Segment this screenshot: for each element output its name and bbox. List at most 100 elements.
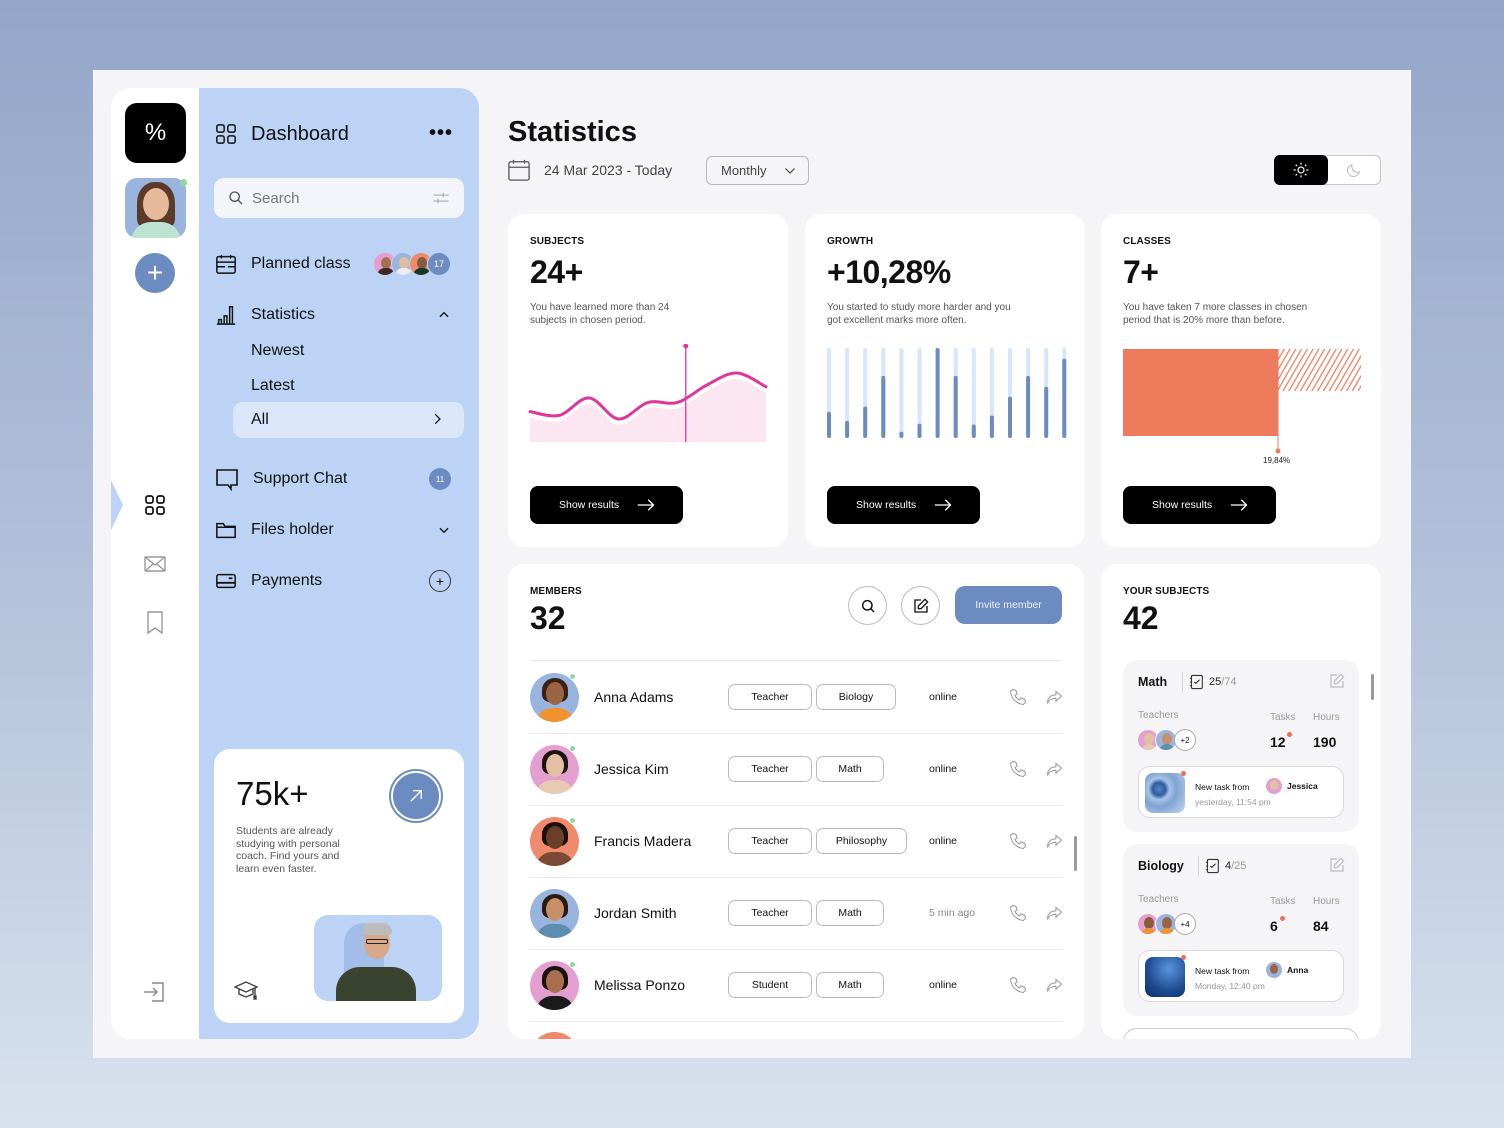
more-teachers-badge[interactable]: +4 [1174, 913, 1196, 935]
dashboard-grid-icon[interactable] [143, 493, 167, 517]
more-teachers-badge[interactable]: +2 [1174, 729, 1196, 751]
dark-mode-button[interactable] [1328, 156, 1380, 184]
card-label: GROWTH [827, 236, 874, 247]
sidebar-subitem-newest[interactable]: Newest [251, 342, 304, 360]
button-label: Show results [559, 499, 620, 511]
add-payment-button[interactable]: + [429, 570, 451, 592]
bar [1044, 386, 1049, 438]
subject-tag[interactable]: Philosophy [816, 828, 907, 854]
phone-icon[interactable] [1009, 832, 1027, 850]
subject-card[interactable]: Math 25/74 Teachers Tasks Hours +2 12 19… [1123, 660, 1359, 832]
chevron-down-icon[interactable] [437, 523, 451, 537]
bookmark-icon[interactable] [143, 610, 167, 634]
add-button[interactable]: + [135, 253, 175, 293]
logo-button[interactable]: % [125, 103, 186, 163]
sun-icon [1293, 162, 1309, 178]
bar-chart-icon [216, 306, 236, 325]
member-row[interactable]: Anna Adams Teacher Biology online [530, 661, 1063, 733]
sidebar-item-files-holder[interactable]: Files holder [215, 515, 465, 545]
search-field[interactable] [214, 178, 464, 218]
sidebar-item-label: Payments [251, 572, 323, 589]
member-row[interactable]: Jessica Kim Teacher Math online [530, 733, 1063, 805]
member-row[interactable]: Francis Madera Teacher Philosophy online [530, 805, 1063, 877]
coach-photo [314, 915, 442, 1001]
progress-done: 25 [1209, 676, 1222, 688]
phone-icon[interactable] [1009, 760, 1027, 778]
sidebar-item-planned-class[interactable]: Planned class 17 [215, 249, 465, 279]
search-input[interactable] [252, 189, 422, 207]
member-row[interactable]: Melissa Ponzo Student Math online [530, 949, 1063, 1021]
invite-member-button[interactable]: Invite member [955, 586, 1062, 624]
sidebar-subitem-latest[interactable]: Latest [251, 377, 295, 395]
share-icon[interactable] [1046, 761, 1063, 777]
task-checklist-icon [1205, 858, 1219, 874]
role-tag[interactable]: Teacher [728, 828, 812, 854]
show-results-button[interactable]: Show results [827, 486, 980, 524]
member-row[interactable]: Jordan Smith Teacher Math 5 min ago [530, 877, 1063, 949]
card-value: 24+ [530, 254, 583, 290]
hours-value: 84 [1313, 918, 1329, 934]
new-task-notification[interactable]: New task from Anna Monday, 12:40 pm [1138, 950, 1344, 1002]
member-name: Jordan Smith [594, 905, 677, 921]
share-icon[interactable] [1046, 905, 1063, 921]
phone-icon[interactable] [1009, 976, 1027, 994]
edit-members-button[interactable] [901, 586, 940, 625]
search-members-button[interactable] [848, 586, 887, 625]
bar [863, 406, 868, 438]
new-task-notification[interactable]: New task from Jessica yesterday, 11:54 p… [1138, 766, 1344, 818]
edit-icon[interactable] [1329, 673, 1345, 689]
sidebar-item-payments[interactable]: Payments + [215, 566, 465, 596]
sidebar-item-statistics[interactable]: Statistics [215, 300, 465, 330]
sidebar-item-support-chat[interactable]: Support Chat 11 [215, 464, 465, 494]
chevron-down-icon [785, 168, 795, 174]
show-results-button[interactable]: Show results [1123, 486, 1276, 524]
subject-tag[interactable]: Math [816, 900, 884, 926]
subject-tag[interactable]: Biology [816, 684, 896, 710]
sidebar-subitem-all[interactable]: All [233, 402, 464, 438]
subject-tag[interactable]: Math [816, 972, 884, 998]
filter-sliders-icon[interactable] [432, 189, 450, 207]
profile-avatar[interactable] [125, 178, 186, 238]
percent-logo-icon: % [144, 119, 167, 146]
sidebar-item-label: Statistics [251, 306, 316, 323]
subjects-scrollbar[interactable] [1371, 674, 1374, 700]
chevron-right-icon [434, 413, 441, 425]
card-value: 7+ [1123, 254, 1159, 290]
date-range[interactable]: 24 Mar 2023 - Today [508, 158, 672, 182]
logout-icon[interactable] [143, 980, 167, 1004]
phone-icon[interactable] [1009, 904, 1027, 922]
share-icon[interactable] [1046, 977, 1063, 993]
subject-progress: 4/25 [1225, 860, 1246, 872]
share-icon[interactable] [1046, 833, 1063, 849]
member-status: online [929, 835, 958, 847]
task-sender: Anna [1266, 962, 1308, 978]
mail-icon[interactable] [143, 552, 167, 576]
role-tag[interactable]: Student [728, 972, 812, 998]
phone-icon[interactable] [1009, 688, 1027, 706]
subject-name: Math [1138, 675, 1168, 689]
sender-name: Anna [1287, 965, 1309, 975]
share-icon[interactable] [1046, 689, 1063, 705]
sidebar-item-label: Support Chat [253, 470, 348, 487]
period-select[interactable]: Monthly [706, 156, 809, 185]
role-tag[interactable]: Teacher [728, 684, 812, 710]
promo-open-button[interactable] [391, 771, 441, 821]
task-checklist-icon [1189, 674, 1203, 690]
role-tag[interactable]: Teacher [728, 756, 812, 782]
card-description: You started to study more harder and you… [827, 302, 1011, 326]
unread-dot [1181, 955, 1186, 960]
members-count: 32 [530, 600, 566, 636]
promo-value: 75k+ [236, 775, 309, 812]
subject-card[interactable]: Biology 4/25 Teachers Tasks Hours +4 6 8… [1123, 844, 1359, 1016]
members-scrollbar[interactable] [1074, 836, 1077, 871]
edit-icon[interactable] [1329, 857, 1345, 873]
show-results-button[interactable]: Show results [530, 486, 683, 524]
new-tasks-dot [1287, 732, 1292, 737]
chevron-up-icon[interactable] [437, 308, 451, 322]
light-mode-button[interactable] [1274, 155, 1328, 185]
bar [899, 431, 904, 438]
role-tag[interactable]: Teacher [728, 900, 812, 926]
more-options-icon[interactable]: ••• [429, 122, 453, 145]
subject-tag[interactable]: Math [816, 756, 884, 782]
member-avatar [530, 673, 579, 722]
